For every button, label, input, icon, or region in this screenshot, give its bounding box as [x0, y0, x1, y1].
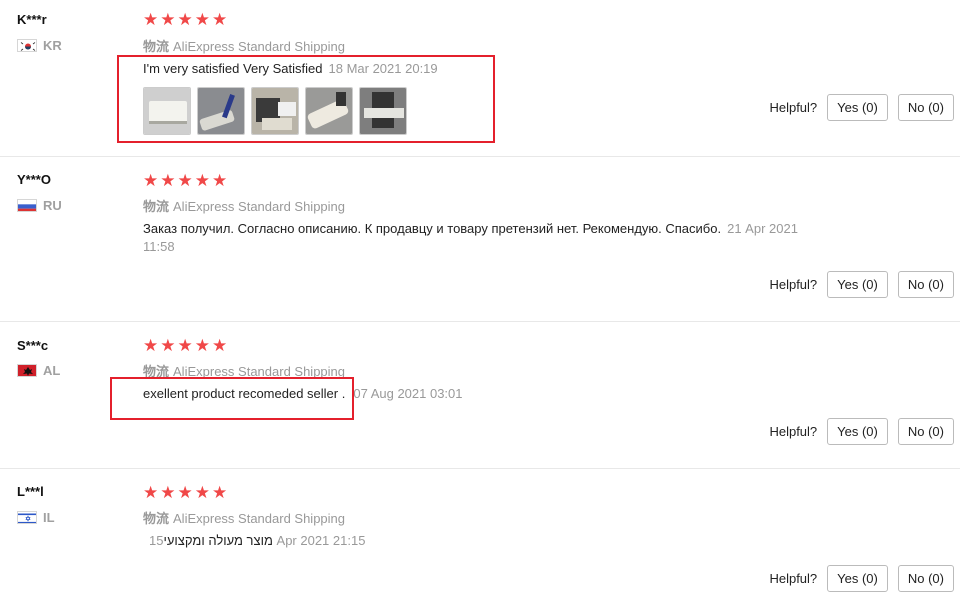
review-content: מוצר מעולה ומקצועי: [163, 533, 273, 548]
reviewer-country: AL: [17, 363, 60, 378]
reviewer-country: KR: [17, 38, 62, 53]
logistics-label: 物流: [143, 199, 170, 214]
star-icon: ★: [212, 483, 228, 502]
highlight-box: [110, 377, 354, 420]
review-item: Y***O RU ★ ★ ★ ★ ★ 物流 AliExpress Standard…: [0, 157, 960, 322]
ru-flag-icon: [17, 199, 37, 212]
star-icon: ★: [212, 171, 228, 190]
shipping-name: AliExpress Standard Shipping: [173, 199, 346, 214]
review-time: 11:58: [143, 239, 175, 254]
reviewer-country: IL: [17, 510, 55, 525]
review-item: L***l IL ★ ★ ★ ★ ★ 物流 AliExpress Standard…: [0, 469, 960, 607]
star-icon: ★: [194, 10, 210, 29]
star-icon: ★: [212, 336, 228, 355]
helpful-no-button[interactable]: No (0): [897, 271, 954, 298]
rating-stars: ★ ★ ★ ★ ★: [143, 172, 227, 189]
helpful-label: Helpful?: [769, 571, 818, 586]
reviewer-name: L***l: [17, 484, 44, 499]
helpful-label: Helpful?: [769, 100, 818, 115]
country-code: RU: [43, 198, 62, 213]
star-icon: ★: [177, 171, 193, 190]
helpful-controls: Helpful? Yes (0) No (0): [769, 418, 954, 445]
rating-stars: ★ ★ ★ ★ ★: [143, 337, 227, 354]
star-icon: ★: [194, 336, 210, 355]
al-flag-icon: [17, 364, 37, 377]
country-code: IL: [43, 510, 55, 525]
star-icon: ★: [143, 171, 159, 190]
helpful-yes-button[interactable]: Yes (0): [827, 271, 888, 298]
shipping-method: 物流 AliExpress Standard Shipping: [143, 36, 345, 55]
reviewer-name: S***c: [17, 338, 49, 353]
shipping-method: 物流 AliExpress Standard Shipping: [143, 196, 345, 215]
shipping-name: AliExpress Standard Shipping: [173, 511, 346, 526]
helpful-label: Helpful?: [769, 277, 818, 292]
star-icon: ★: [160, 10, 176, 29]
rating-stars: ★ ★ ★ ★ ★: [143, 11, 227, 28]
rating-stars: ★ ★ ★ ★ ★: [143, 484, 227, 501]
helpful-no-button[interactable]: No (0): [897, 565, 954, 592]
star-icon: ★: [177, 336, 193, 355]
star-icon: ★: [160, 483, 176, 502]
star-icon: ★: [212, 10, 228, 29]
star-icon: ★: [143, 483, 159, 502]
helpful-yes-button[interactable]: Yes (0): [827, 418, 888, 445]
helpful-controls: Helpful? Yes (0) No (0): [769, 94, 954, 121]
kr-flag-icon: [17, 39, 37, 52]
helpful-yes-button[interactable]: Yes (0): [827, 565, 888, 592]
review-date: 21 Apr 2021: [727, 221, 798, 236]
logistics-label: 物流: [143, 39, 170, 54]
helpful-no-button[interactable]: No (0): [897, 94, 954, 121]
helpful-label: Helpful?: [769, 424, 818, 439]
star-icon: ★: [194, 483, 210, 502]
reviewer-country: RU: [17, 198, 62, 213]
reviewer-name: K***r: [17, 12, 47, 27]
shipping-name: AliExpress Standard Shipping: [173, 39, 346, 54]
review-text: Заказ получил. Согласно описанию. К прод…: [143, 220, 843, 256]
country-code: KR: [43, 38, 62, 53]
highlight-box: [117, 55, 495, 143]
logistics-label: 物流: [143, 511, 170, 526]
star-icon: ★: [177, 483, 193, 502]
star-icon: ★: [143, 336, 159, 355]
helpful-no-button[interactable]: No (0): [897, 418, 954, 445]
shipping-method: 物流 AliExpress Standard Shipping: [143, 508, 345, 527]
il-flag-icon: [17, 511, 37, 524]
review-date: 07 Aug 2021 03:01: [353, 386, 463, 401]
country-code: AL: [43, 363, 61, 378]
star-icon: ★: [160, 171, 176, 190]
star-icon: ★: [194, 171, 210, 190]
helpful-yes-button[interactable]: Yes (0): [827, 94, 888, 121]
star-icon: ★: [177, 10, 193, 29]
star-icon: ★: [143, 10, 159, 29]
review-content: Заказ получил. Согласно описанию. К прод…: [143, 221, 722, 236]
review-text: מוצר מעולה ומקצועי15 Apr 2021 21:15: [143, 532, 365, 550]
reviewer-name: Y***O: [17, 172, 51, 187]
star-icon: ★: [160, 336, 176, 355]
helpful-controls: Helpful? Yes (0) No (0): [769, 565, 954, 592]
helpful-controls: Helpful? Yes (0) No (0): [769, 271, 954, 298]
